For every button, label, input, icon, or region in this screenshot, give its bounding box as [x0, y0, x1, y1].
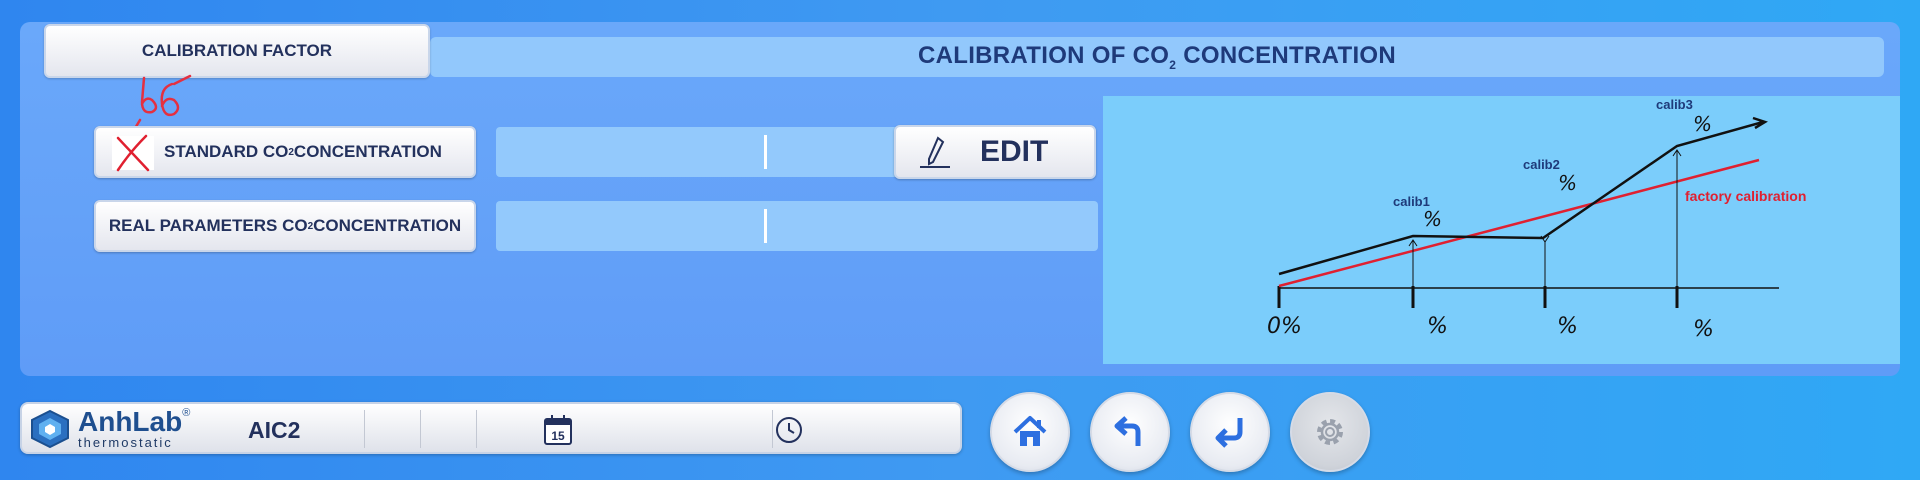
enter-icon	[1215, 418, 1243, 448]
logo-subtitle: thermostatic	[78, 435, 173, 450]
axis-label-1: %	[1427, 314, 1448, 339]
logo-name: AnhLab	[78, 406, 183, 437]
divider	[364, 410, 365, 448]
home-button[interactable]	[990, 392, 1070, 472]
clock-icon	[776, 417, 802, 443]
home-icon	[1013, 416, 1047, 446]
enter-button[interactable]	[1190, 392, 1270, 472]
cross-mark-icon	[112, 134, 154, 172]
edit-button[interactable]: EDIT	[894, 125, 1096, 179]
axis-label-3: %	[1693, 317, 1714, 342]
axis-label-0: 0%	[1267, 314, 1302, 339]
logo-registered: ®	[182, 407, 191, 419]
logo-hexagon-icon	[31, 409, 69, 448]
real-parameters-co2-concentration-label[interactable]: REAL PARAMETERS CO 2 CONCENTRATION	[94, 200, 476, 252]
page-title: CALIBRATION OF CO2 CONCENTRATION	[917, 42, 1397, 72]
calib2-label: calib2	[1523, 157, 1560, 172]
calib3-label: calib3	[1656, 97, 1693, 112]
calib3-percent: %	[1693, 112, 1712, 136]
axis-label-2: %	[1557, 314, 1578, 339]
calibration-factor-label: CALIBRATION FACTOR	[141, 41, 333, 60]
calendar-day: 15	[551, 429, 565, 443]
calendar-icon: 15	[544, 415, 572, 445]
calib1-percent: %	[1423, 207, 1442, 231]
calibration-graph: calib1 calib2 calib3 factory calibration…	[1267, 97, 1806, 342]
edit-button-label: EDIT	[980, 135, 1049, 168]
back-arrow-icon	[1114, 416, 1141, 446]
title-bar: CALIBRATION OF CO2 CONCENTRATION	[430, 37, 1884, 77]
calibration-factor-tab[interactable]: CALIBRATION FACTOR	[44, 24, 430, 78]
real-co2-value-field[interactable]	[496, 201, 1098, 251]
anhlab-logo: AnhLab® thermostatic	[28, 408, 190, 449]
standard-co2-concentration-label[interactable]: STANDARD CO 2 CONCENTRATION	[94, 126, 476, 178]
factory-calibration-line	[1278, 158, 1760, 288]
status-bar: AnhLab® thermostatic AIC2 15	[20, 402, 962, 454]
device-name: AIC2	[248, 417, 301, 443]
field-divider	[764, 135, 767, 169]
divider	[476, 410, 477, 448]
pen-icon	[920, 136, 950, 168]
calib2-percent: %	[1558, 171, 1577, 195]
gear-icon	[1317, 419, 1343, 445]
field-divider	[764, 209, 767, 243]
back-button[interactable]	[1090, 392, 1170, 472]
factory-calibration-label: factory calibration	[1685, 188, 1806, 204]
settings-button[interactable]	[1290, 392, 1370, 472]
divider	[420, 410, 421, 448]
divider	[772, 410, 773, 448]
handwritten-annotation	[132, 74, 192, 132]
calibration-graph-panel: calib1 calib2 calib3 factory calibration…	[1103, 96, 1900, 364]
